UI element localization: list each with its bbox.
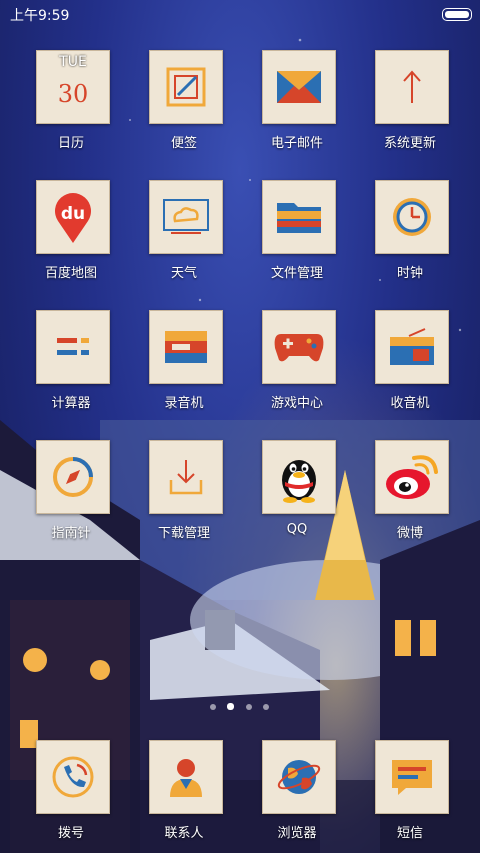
app-label: 时钟 — [396, 266, 423, 281]
notes-icon — [149, 50, 223, 124]
app-label: 电子邮件 — [270, 136, 323, 151]
app-email[interactable]: 电子邮件 — [247, 50, 347, 160]
page-indicator[interactable] — [210, 702, 270, 712]
update-arrow-icon — [375, 50, 449, 124]
page-dot[interactable] — [263, 704, 269, 710]
app-label: 下载管理 — [157, 526, 210, 541]
dock-app-dialer[interactable]: 拨号 — [21, 740, 121, 850]
app-qq[interactable]: QQ — [247, 440, 347, 550]
browser-globe-icon — [262, 740, 336, 814]
app-calendar[interactable]: TUE 30 日历 — [21, 50, 121, 160]
page-dot[interactable] — [246, 704, 252, 710]
app-label: 百度地图 — [44, 266, 97, 281]
dock-app-sms[interactable]: 短信 — [360, 740, 460, 850]
app-label: 系统更新 — [383, 136, 436, 151]
app-radio[interactable]: 收音机 — [360, 310, 460, 420]
contacts-icon — [149, 740, 223, 814]
status-time: 上午9:59 — [10, 8, 70, 24]
app-system-update[interactable]: 系统更新 — [360, 50, 460, 160]
svg-text:du: du — [61, 204, 85, 224]
app-clock[interactable]: 时钟 — [360, 180, 460, 290]
calendar-weekday: TUE — [59, 54, 87, 70]
app-baidu-map[interactable]: du 百度地图 — [21, 180, 121, 290]
app-label: 游戏中心 — [270, 396, 323, 411]
weather-icon — [149, 180, 223, 254]
app-label: 收音机 — [390, 396, 430, 411]
app-label: 联系人 — [164, 826, 204, 841]
weibo-icon — [375, 440, 449, 514]
app-label: 文件管理 — [270, 266, 323, 281]
page-dot-active[interactable] — [227, 703, 234, 710]
app-recorder[interactable]: 录音机 — [134, 310, 234, 420]
app-file-manager[interactable]: 文件管理 — [247, 180, 347, 290]
baidu-map-icon: du — [36, 180, 110, 254]
app-label: QQ — [286, 522, 308, 537]
app-download-manager[interactable]: 下载管理 — [134, 440, 234, 550]
app-label: 日历 — [57, 136, 84, 151]
radio-icon — [375, 310, 449, 384]
calendar-day-number: 30 — [57, 80, 89, 108]
folder-icon — [262, 180, 336, 254]
app-calculator[interactable]: 计算器 — [21, 310, 121, 420]
app-label: 天气 — [170, 266, 197, 281]
page-dot[interactable] — [210, 704, 216, 710]
app-label: 指南针 — [51, 526, 91, 541]
app-weather[interactable]: 天气 — [134, 180, 234, 290]
sms-icon — [375, 740, 449, 814]
app-label: 计算器 — [51, 396, 91, 411]
app-notes[interactable]: 便签 — [134, 50, 234, 160]
calculator-icon — [36, 310, 110, 384]
app-compass[interactable]: 指南针 — [21, 440, 121, 550]
gamepad-icon — [262, 310, 336, 384]
recorder-icon — [149, 310, 223, 384]
dock-app-contacts[interactable]: 联系人 — [134, 740, 234, 850]
download-icon — [149, 440, 223, 514]
compass-icon — [36, 440, 110, 514]
calendar-icon: TUE 30 — [36, 50, 110, 124]
app-label: 短信 — [396, 826, 423, 841]
phone-icon — [36, 740, 110, 814]
app-label: 便签 — [170, 136, 197, 151]
email-icon — [262, 50, 336, 124]
status-bar: 上午9:59 — [0, 0, 480, 28]
dock-app-browser[interactable]: 浏览器 — [247, 740, 347, 850]
app-label: 录音机 — [164, 396, 204, 411]
app-label: 浏览器 — [277, 826, 317, 841]
clock-icon — [375, 180, 449, 254]
app-weibo[interactable]: 微博 — [360, 440, 460, 550]
app-game-center[interactable]: 游戏中心 — [247, 310, 347, 420]
app-label: 拨号 — [57, 826, 84, 841]
app-label: 微博 — [396, 526, 423, 541]
qq-penguin-icon — [262, 440, 336, 514]
battery-icon — [442, 8, 472, 21]
